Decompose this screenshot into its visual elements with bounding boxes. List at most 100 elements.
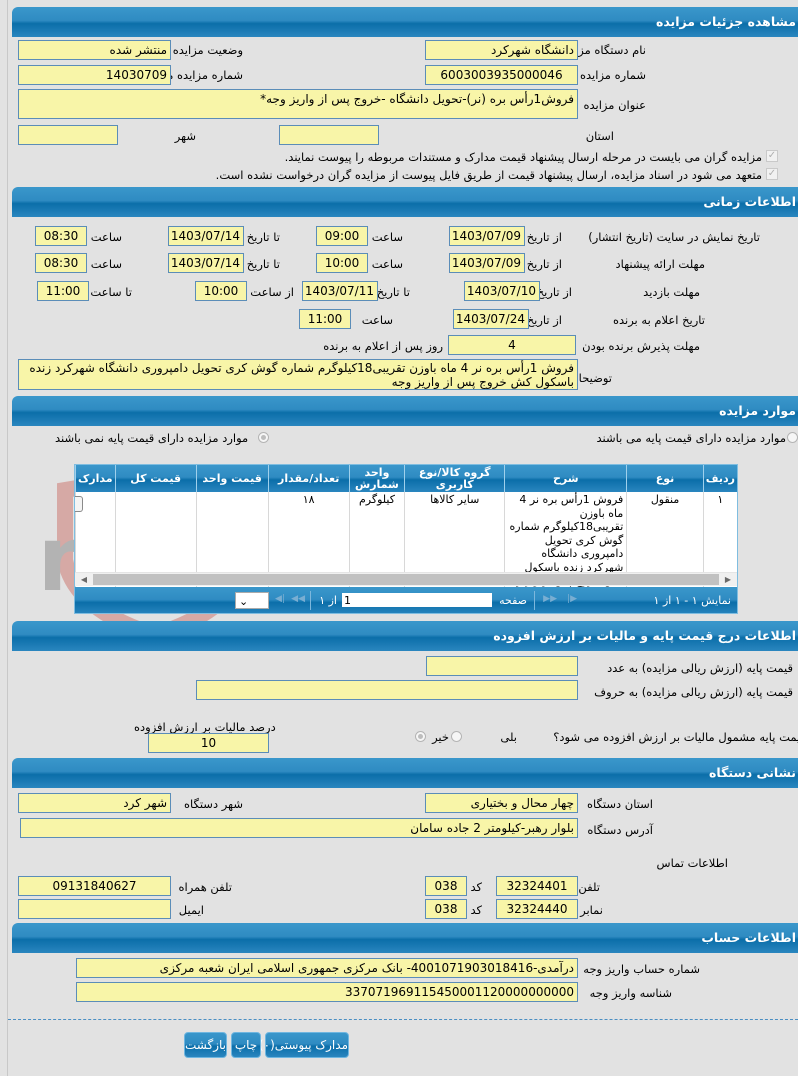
visit-from-time-field[interactable]: 10:00 [195,281,247,301]
section-header-account: اطلاعات حساب [12,923,798,953]
payment-id-field[interactable]: 337071969115450001120000000000 [76,982,578,1002]
base-price-number-field[interactable] [426,656,578,676]
offer-from-time-label: ساعت [371,257,403,271]
col-total-price[interactable]: قیمت کل [114,465,197,492]
col-unit-price[interactable]: قیمت واحد [195,465,269,492]
pager-separator [534,591,535,610]
offer-from-time-field[interactable]: 10:00 [316,253,368,273]
offer-to-label: تا تاریخ [246,257,280,271]
visit-deadline-label: مهلت بازدید [643,285,700,299]
prev-page-icon[interactable]: ◀◀ [291,594,305,604]
winner-date-field[interactable]: 1403/07/24 [453,309,529,329]
vat-no-radio[interactable] [415,731,426,742]
items-table: ردیف نوع شرح گروه کالا/نوع کاربری واحد ش… [74,464,738,614]
visit-to-date-field[interactable]: 1403/07/11 [302,281,378,301]
publish-to-time-label: ساعت [90,230,122,244]
page-label: صفحه [499,594,527,607]
attachments-button[interactable]: مدارک پیوستی(۰) [259,1032,349,1058]
province-label: استان [585,129,614,143]
vat-question-label: قیمت پایه مشمول مالیات بر ارزش افزوده می… [553,730,798,744]
print-button[interactable]: چاپ [231,1032,261,1058]
last-page-icon[interactable]: ▶| [567,594,577,604]
scrollbar-thumb[interactable] [93,574,719,585]
table-header-row: ردیف نوع شرح گروه کالا/نوع کاربری واحد ش… [75,465,737,492]
org-address-field[interactable]: بلوار رهبر-کیلومتر 2 جاده سامان [20,818,578,838]
next-page-icon[interactable]: ▶▶ [543,594,557,604]
city-field[interactable] [18,125,118,145]
winner-date-label: تاریخ اعلام به برنده [612,313,705,327]
first-page-icon[interactable]: |◀ [275,594,285,604]
vat-percent-field[interactable]: 10 [148,733,269,753]
offer-to-time-field[interactable]: 08:30 [35,253,87,273]
col-qty[interactable]: تعداد/مقدار [267,465,350,492]
vat-yes-radio[interactable] [451,731,462,742]
publish-from-time-label: ساعت [371,230,403,244]
phone-field[interactable]: 32324401 [496,876,578,896]
section-header-details: مشاهده جزئیات مزایده [12,7,798,37]
publish-from-time-field[interactable]: 09:00 [316,226,368,246]
offer-from-date-field[interactable]: 1403/07/09 [449,253,525,273]
col-group[interactable]: گروه کالا/نوع کاربری [404,465,505,492]
attach-docs-checkbox[interactable]: ✓ [766,150,778,162]
offer-deadline-label: مهلت ارائه پیشنهاد [615,257,705,271]
page-number-input[interactable] [342,593,492,607]
scroll-left-arrow-icon[interactable]: ◀ [77,573,91,587]
ref-no-field[interactable]: 14030709 [18,65,171,85]
table-horizontal-scrollbar[interactable]: ◀ ▶ [75,572,737,586]
phone-code-label: کد [470,880,482,894]
description-field[interactable]: فروش 1رأس بره نر 4 ماه باوزن تقریبی18کیل… [18,359,578,390]
org-address-label: آدرس دستگاه [587,823,653,837]
base-price-words-field[interactable] [196,680,578,700]
org-province-field[interactable]: چهار محال و بختیاری [425,793,578,813]
offer-from-label: از تاریخ [526,257,562,271]
base-price-words-label: قیمت پایه (ارزش ریالی مزایده) به حروف [594,685,793,699]
winner-time-field[interactable]: 11:00 [299,309,351,329]
publish-to-date-field[interactable]: 1403/07/14 [168,226,244,246]
offer-to-time-label: ساعت [90,257,122,271]
accept-days-field[interactable]: 4 [448,335,576,355]
page-size-value: 20 [239,612,253,613]
winner-from-label: از تاریخ [526,313,562,327]
col-type[interactable]: نوع [626,465,704,492]
fax-code-field[interactable]: 038 [425,899,467,919]
accept-deadline-label: مهلت پذیرش برنده بودن [582,339,700,353]
visit-to-time-field[interactable]: 11:00 [37,281,89,301]
publish-to-time-field[interactable]: 08:30 [35,226,87,246]
attach-docs-text: مزایده گران می بایست در مرحله ارسال پیشن… [284,150,762,164]
scroll-right-arrow-icon[interactable]: ▶ [721,573,735,587]
col-row[interactable]: ردیف [702,465,737,492]
winner-time-label: ساعت [361,313,393,327]
phone-label: تلفن [578,880,600,894]
org-city-field[interactable]: شهر کرد [18,793,171,813]
auction-no-field[interactable]: 6003003935000046 [425,65,578,85]
offer-to-date-field[interactable]: 1403/07/14 [168,253,244,273]
province-field[interactable] [279,125,379,145]
title-field[interactable]: فروش1رأس بره (نر)-تحویل دانشگاه -خروج پس… [18,89,578,119]
status-field[interactable]: منتشر شده [18,40,171,60]
email-field[interactable] [18,899,171,919]
col-unit[interactable]: واحد شمارش [348,465,405,492]
with-base-price-radio[interactable] [787,432,798,443]
table-pager: نمایش ۱ - ۱ از ۱ ▶| ▶▶ صفحه از ۱ ◀◀ |◀ ⌄… [75,587,737,613]
pager-separator [310,591,311,610]
fax-field[interactable]: 32324440 [496,899,578,919]
no-file-offer-checkbox[interactable]: ✓ [766,168,778,180]
col-docs[interactable]: مدارک [75,465,116,492]
publish-from-label: از تاریخ [526,230,562,244]
account-no-field[interactable]: درآمدی-4001071903018416- بانک مرکزی جمهو… [76,958,578,978]
pager-showing-text: نمایش ۱ - ۱ از ۱ [653,594,731,607]
title-label: عنوان مزایده [583,98,646,112]
back-button[interactable]: بازگشت [184,1032,227,1058]
without-base-price-label: موارد مزایده دارای قیمت پایه نمی باشند [55,431,249,445]
mobile-field[interactable]: 09131840627 [18,876,171,896]
payment-id-label: شناسه واریز وجه [589,986,672,1000]
page-size-select[interactable]: ⌄ 20 [235,592,269,613]
visit-from-date-field[interactable]: 1403/07/10 [464,281,540,301]
phone-code-field[interactable]: 038 [425,876,467,896]
publish-from-date-field[interactable]: 1403/07/09 [449,226,525,246]
col-description[interactable]: شرح [504,465,627,492]
without-base-price-radio[interactable] [258,432,269,443]
org-name-field[interactable]: دانشگاه شهرکرد [425,40,578,60]
visit-to-label: تا تاریخ [376,285,410,299]
row-docs-button[interactable] [75,496,83,512]
